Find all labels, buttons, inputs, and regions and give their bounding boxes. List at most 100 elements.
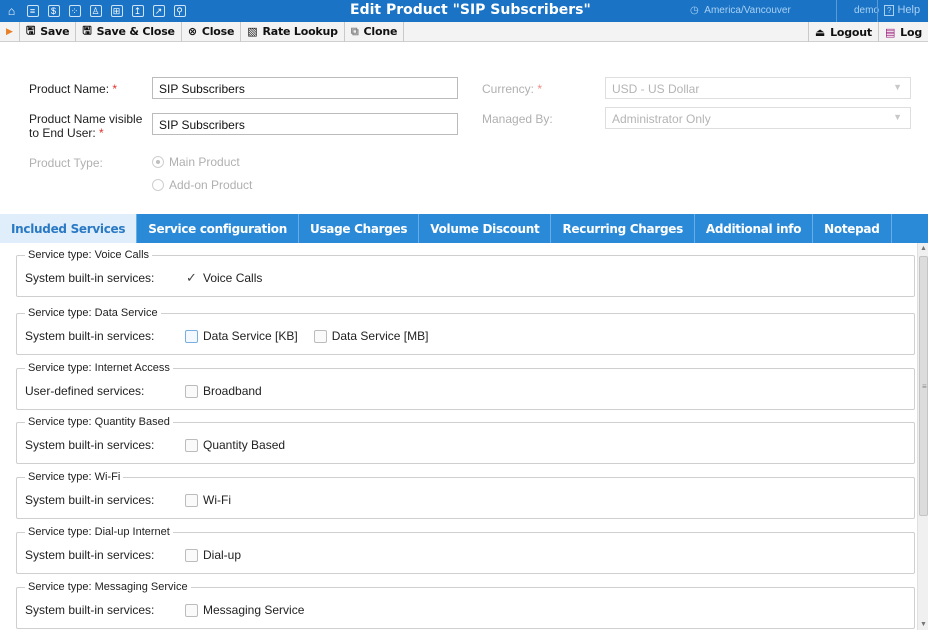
rate-lookup-label: Rate Lookup [262, 25, 338, 38]
user-link[interactable]: demo [854, 5, 879, 16]
help-icon: ? [884, 5, 895, 16]
logout-button[interactable]: ⏏ Logout [807, 22, 878, 42]
checkbox-label: Voice Calls [203, 271, 263, 285]
floppy-close-icon: 🖫 [82, 24, 92, 37]
checkbox-label: Data Service [MB] [331, 329, 429, 343]
help-link[interactable]: ? Help [884, 4, 920, 16]
product-form: Product Name: * SIP Subscribers Product … [0, 42, 928, 214]
top-navigation-bar: ⌂ ≡ $ ⁘ ♙ ⊞ ↥ ↗ ⚲ Edit Product "SIP Subs… [0, 0, 928, 22]
chevron-down-icon: ▼ [893, 112, 902, 122]
product-name-input[interactable]: SIP Subscribers [152, 77, 458, 99]
logout-label: Logout [830, 25, 872, 39]
group-legend: Service type: Data Service [25, 307, 161, 319]
home-icon[interactable]: ⌂ [2, 3, 21, 19]
checkbox-icon [185, 384, 198, 398]
person-icon[interactable]: ♙ [86, 3, 105, 19]
checkbox-label: Wi-Fi [203, 493, 231, 507]
row-label: System built-in services: [25, 329, 155, 343]
log-icon: ▤ [884, 25, 896, 39]
close-label: Close [201, 25, 235, 38]
expand-arrow-icon[interactable]: ▶ [0, 21, 20, 42]
save-close-button[interactable]: 🖫 Save & Close [76, 21, 182, 42]
clone-icon: ⧉ [350, 24, 359, 38]
scroll-down-icon[interactable]: ▼ [918, 619, 928, 630]
checkbox-icon [185, 329, 198, 343]
logout-icon: ⏏ [814, 25, 826, 39]
network-icon[interactable]: ⊞ [107, 3, 126, 19]
row-label: System built-in services: [25, 493, 155, 507]
managed-by-select[interactable]: Administrator Only ▼ [605, 107, 911, 129]
divider [836, 0, 837, 22]
row-label: System built-in services: [25, 271, 155, 285]
checkbox-icon [185, 548, 198, 562]
search-icon[interactable]: ⚲ [170, 3, 189, 19]
group-legend: Service type: Messaging Service [25, 581, 191, 593]
export-icon[interactable]: ↥ [128, 3, 147, 19]
voice-calls-checkbox[interactable]: ✓ Voice Calls [185, 270, 263, 285]
checkbox-label: Messaging Service [203, 603, 305, 617]
scrollbar-thumb[interactable]: ≡ [919, 256, 928, 516]
tab-included-services[interactable]: Included Services [0, 214, 138, 243]
dollar-icon[interactable]: $ [44, 3, 63, 19]
tab-service-configuration[interactable]: Service configuration [137, 214, 299, 243]
product-name-label: Product Name: * [29, 82, 118, 96]
log-button[interactable]: ▤ Log [877, 22, 928, 42]
row-label: System built-in services: [25, 438, 155, 452]
group-legend: Service type: Quantity Based [25, 416, 173, 428]
close-icon: ⊗ [187, 25, 197, 38]
save-button[interactable]: 🖫 Save [20, 21, 77, 42]
visible-name-label: Product Name visible to End User: * [29, 112, 143, 140]
clone-label: Clone [363, 25, 398, 38]
tab-additional-info[interactable]: Additional info [695, 214, 814, 243]
currency-select[interactable]: USD - US Dollar ▼ [605, 77, 911, 99]
timezone-label: America/Vancouver [704, 5, 791, 16]
main-product-label: Main Product [169, 155, 240, 169]
group-legend: Service type: Voice Calls [25, 249, 153, 261]
clock-icon: ◷ [690, 5, 699, 16]
dial-up-checkbox[interactable]: Dial-up [185, 548, 241, 562]
quantity-based-checkbox[interactable]: Quantity Based [185, 438, 285, 452]
currency-value: USD - US Dollar [612, 82, 700, 96]
scroll-up-icon[interactable]: ▲ [918, 243, 928, 254]
row-label: System built-in services: [25, 548, 155, 562]
currency-label: Currency: * [482, 82, 543, 96]
chevron-down-icon: ▼ [893, 82, 902, 92]
rate-lookup-icon: ▧ [247, 25, 258, 38]
tab-volume-discount[interactable]: Volume Discount [419, 214, 552, 243]
data-service-kb-checkbox[interactable]: Data Service [KB] [185, 329, 298, 343]
wifi-checkbox[interactable]: Wi-Fi [185, 493, 231, 507]
grip-icon: ≡ [922, 382, 927, 391]
included-services-panel: Service type: Voice Calls System built-i… [0, 243, 917, 630]
content-scrollbar[interactable]: ▲ ≡ ▼ [917, 243, 928, 630]
grid-icon[interactable]: ⁘ [65, 3, 84, 19]
data-service-mb-checkbox[interactable]: Data Service [MB] [313, 329, 429, 343]
product-type-label: Product Type: [29, 156, 103, 170]
close-button[interactable]: ⊗ Close [182, 21, 242, 42]
service-group-data-service: Service type: Data Service System built-… [16, 307, 915, 355]
log-label: Log [900, 25, 922, 39]
visible-name-input[interactable]: SIP Subscribers [152, 113, 458, 135]
list-icon[interactable]: ≡ [23, 3, 42, 19]
checkbox-icon [185, 493, 198, 507]
chart-icon[interactable]: ↗ [149, 3, 168, 19]
checkbox-label: Data Service [KB] [203, 329, 298, 343]
checkbox-icon [185, 438, 198, 452]
main-product-radio[interactable]: Main Product [152, 155, 240, 169]
checkbox-label: Quantity Based [203, 438, 286, 452]
save-label: Save [40, 25, 70, 38]
messaging-service-checkbox[interactable]: Messaging Service [185, 603, 304, 617]
managed-by-value: Administrator Only [612, 112, 711, 126]
clone-button[interactable]: ⧉ Clone [345, 21, 405, 42]
group-legend: Service type: Internet Access [25, 362, 173, 374]
row-label: System built-in services: [25, 603, 155, 617]
tab-notepad[interactable]: Notepad [813, 214, 892, 243]
floppy-icon: 🖫 [26, 24, 36, 37]
rate-lookup-button[interactable]: ▧ Rate Lookup [241, 21, 345, 42]
addon-product-label: Add-on Product [169, 178, 253, 192]
tab-usage-charges[interactable]: Usage Charges [299, 214, 420, 243]
tab-recurring-charges[interactable]: Recurring Charges [551, 214, 695, 243]
broadband-checkbox[interactable]: Broadband [185, 384, 262, 398]
checkbox-icon [185, 603, 198, 617]
timezone-link[interactable]: ◷ America/Vancouver [690, 5, 791, 16]
addon-product-radio[interactable]: Add-on Product [152, 178, 252, 192]
